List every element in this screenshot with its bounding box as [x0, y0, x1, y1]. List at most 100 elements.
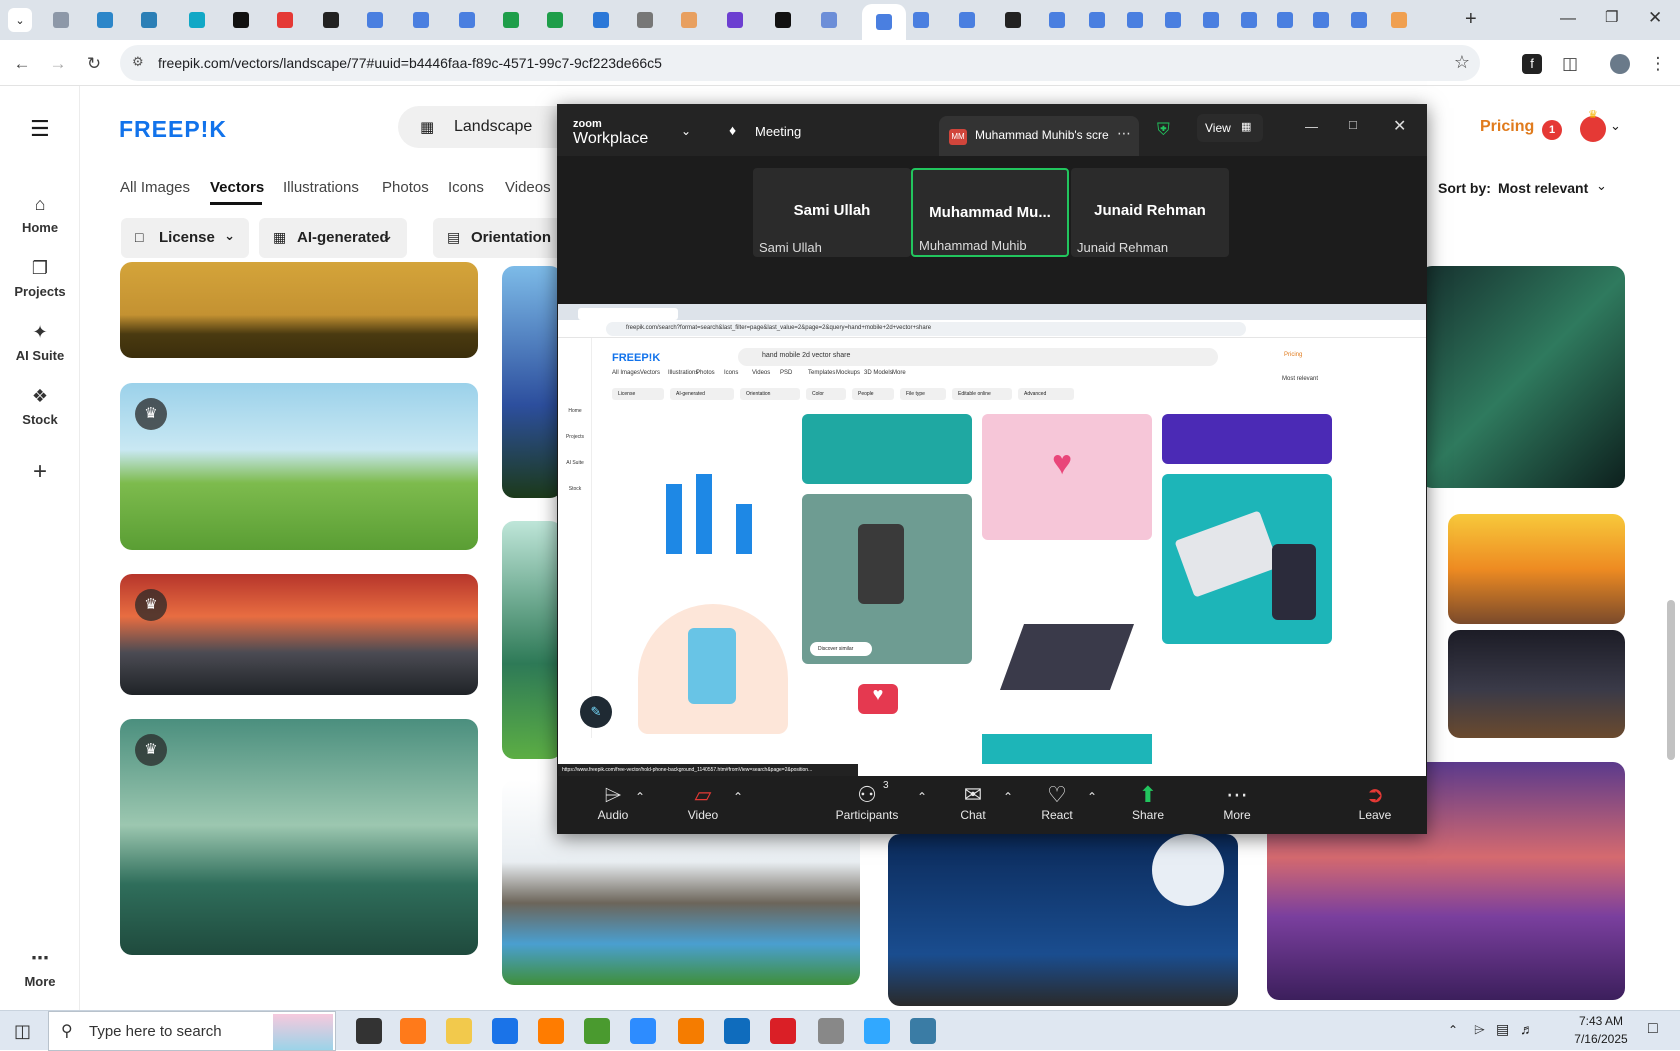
- participants-button[interactable]: ⚇ Participants: [835, 782, 899, 822]
- hamburger-menu-icon[interactable]: ☰: [30, 116, 50, 142]
- tray-volume-icon[interactable]: ♬: [1520, 1021, 1534, 1037]
- pricing-link[interactable]: Pricing: [1480, 118, 1534, 136]
- zoom-maximize-icon[interactable]: □: [1349, 117, 1357, 132]
- nav-ai-suite[interactable]: ✦ AI Suite: [0, 322, 80, 363]
- tab-18[interactable]: [816, 8, 842, 32]
- outlook-icon[interactable]: [724, 1018, 750, 1044]
- tray-mic-icon[interactable]: ⌲: [1474, 1021, 1485, 1038]
- nav-home[interactable]: ⌂ Home: [0, 194, 80, 235]
- bookmark-star-icon[interactable]: ☆: [1454, 52, 1470, 73]
- meeting-label[interactable]: Meeting: [755, 124, 801, 139]
- image-card-desert-sun[interactable]: [1448, 514, 1625, 624]
- sort-dropdown[interactable]: Most relevant: [1498, 180, 1588, 196]
- participant-tile-3[interactable]: Junaid Rehman Junaid Rehman: [1071, 168, 1229, 257]
- tab-16[interactable]: [722, 8, 748, 32]
- sort-chevron-icon[interactable]: ⌄: [1596, 178, 1607, 194]
- add-plus-icon[interactable]: +: [0, 458, 80, 486]
- tab-1[interactable]: [48, 8, 74, 32]
- vscode-icon[interactable]: [492, 1018, 518, 1044]
- participants-chevron-icon[interactable]: ⌃: [917, 790, 927, 804]
- tab-23[interactable]: [1044, 8, 1070, 32]
- profile-avatar[interactable]: [1610, 54, 1630, 74]
- restore-icon[interactable]: ❐: [1605, 8, 1618, 26]
- filter-ai-generated[interactable]: ▦ AI-generated ⌄: [259, 218, 407, 258]
- tab-31[interactable]: [1346, 8, 1372, 32]
- image-card-green-hills[interactable]: [502, 521, 562, 759]
- taskbar-search-input[interactable]: ⚲ Type here to search: [48, 1011, 336, 1051]
- account-chevron-icon[interactable]: ⌄: [1610, 118, 1621, 134]
- forward-icon[interactable]: →: [48, 54, 68, 74]
- tab-20[interactable]: [908, 8, 934, 32]
- taskbar-date[interactable]: 7/16/2025: [1570, 1032, 1632, 1046]
- app-gem-icon[interactable]: [910, 1018, 936, 1044]
- photoshop-icon[interactable]: [864, 1018, 890, 1044]
- page-scrollbar[interactable]: [1667, 600, 1675, 760]
- site-info-icon[interactable]: ⚙: [132, 54, 144, 70]
- url-text[interactable]: freepik.com/vectors/landscape/77#uuid=b4…: [158, 55, 662, 71]
- tray-chevron-icon[interactable]: ⌃: [1448, 1023, 1458, 1037]
- tab-28[interactable]: [1236, 8, 1262, 32]
- pen-tool-icon[interactable]: [818, 1018, 844, 1044]
- image-card-moon-night[interactable]: [888, 834, 1238, 1006]
- reload-icon[interactable]: ↻: [84, 54, 104, 74]
- tab-6[interactable]: [272, 8, 298, 32]
- xampp-icon[interactable]: [678, 1018, 704, 1044]
- tab-4[interactable]: [184, 8, 210, 32]
- more-button[interactable]: ⋯ More: [1215, 782, 1259, 822]
- address-bar[interactable]: ⚙ freepik.com/vectors/landscape/77#uuid=…: [120, 45, 1480, 81]
- tab-10[interactable]: [454, 8, 480, 32]
- participant-tile-2-active[interactable]: Muhammad Mu... Muhammad Muhib: [911, 168, 1069, 257]
- tab-2[interactable]: [92, 8, 118, 32]
- zoom-minimize-icon[interactable]: —: [1305, 119, 1318, 134]
- notification-badge[interactable]: 1: [1542, 120, 1562, 140]
- category-tab-icons[interactable]: Icons: [448, 179, 484, 196]
- close-window-icon[interactable]: ✕: [1648, 8, 1662, 28]
- tab-8[interactable]: [362, 8, 388, 32]
- windows-start-icon[interactable]: ◫: [14, 1021, 31, 1042]
- react-chevron-icon[interactable]: ⌃: [1087, 790, 1097, 804]
- participant-tile-1[interactable]: Sami Ullah Sami Ullah: [753, 168, 911, 257]
- image-card-moon-mountain[interactable]: [1448, 630, 1625, 738]
- task-view-icon[interactable]: [356, 1018, 382, 1044]
- screen-share-tab[interactable]: MM Muhammad Muhib's scre ⋯: [939, 116, 1139, 156]
- react-button[interactable]: ♡ React: [1035, 782, 1079, 822]
- tab-9[interactable]: [408, 8, 434, 32]
- tab-14[interactable]: [632, 8, 658, 32]
- tab-27[interactable]: [1198, 8, 1224, 32]
- chrome-icon[interactable]: [584, 1018, 610, 1044]
- leave-button[interactable]: ➲ Leave: [1353, 782, 1397, 822]
- chat-chevron-icon[interactable]: ⌃: [1003, 790, 1013, 804]
- extensions-puzzle-icon[interactable]: ◫: [1560, 54, 1580, 74]
- zoom-close-icon[interactable]: ✕: [1393, 116, 1406, 136]
- file-explorer-icon[interactable]: [446, 1018, 472, 1044]
- more-options-icon[interactable]: ⋯: [1117, 125, 1131, 142]
- view-button[interactable]: View ▦: [1197, 114, 1263, 142]
- filter-orientation[interactable]: ▤ Orientation: [433, 218, 563, 258]
- nav-projects[interactable]: ❐ Projects: [0, 258, 80, 299]
- illustrator-icon[interactable]: [538, 1018, 564, 1044]
- image-card-forest-lake[interactable]: ♛: [120, 719, 478, 955]
- zoom-brand-chevron-icon[interactable]: ⌄: [681, 124, 691, 138]
- creative-cloud-icon[interactable]: [770, 1018, 796, 1044]
- tab-26[interactable]: [1160, 8, 1186, 32]
- audio-button[interactable]: ⌲ Audio: [591, 782, 635, 822]
- nav-more[interactable]: ⋯ More: [0, 948, 80, 989]
- tab-32[interactable]: [1386, 8, 1412, 32]
- nav-stock[interactable]: ❖ Stock: [0, 386, 80, 427]
- browser-menu-icon[interactable]: ⋮: [1648, 54, 1668, 74]
- image-card-meadow[interactable]: ♛: [120, 383, 478, 550]
- taskbar-time[interactable]: 7:43 AM: [1570, 1014, 1632, 1028]
- tray-network-icon[interactable]: ▤: [1496, 1021, 1509, 1038]
- video-options-chevron-icon[interactable]: ⌃: [733, 790, 743, 804]
- category-tab-videos[interactable]: Videos: [505, 179, 551, 196]
- tab-25[interactable]: [1122, 8, 1148, 32]
- tab-3[interactable]: [136, 8, 162, 32]
- category-tab-all-images[interactable]: All Images: [120, 179, 190, 196]
- zoom-app-icon[interactable]: [630, 1018, 656, 1044]
- tab-search-chevron-icon[interactable]: ⌄: [8, 8, 32, 32]
- filter-license[interactable]: □ License ⌄: [121, 218, 249, 258]
- tab-12[interactable]: [542, 8, 568, 32]
- video-button[interactable]: ▱ Video: [681, 782, 725, 822]
- category-tab-photos[interactable]: Photos: [382, 179, 429, 196]
- back-icon[interactable]: ←: [12, 54, 32, 74]
